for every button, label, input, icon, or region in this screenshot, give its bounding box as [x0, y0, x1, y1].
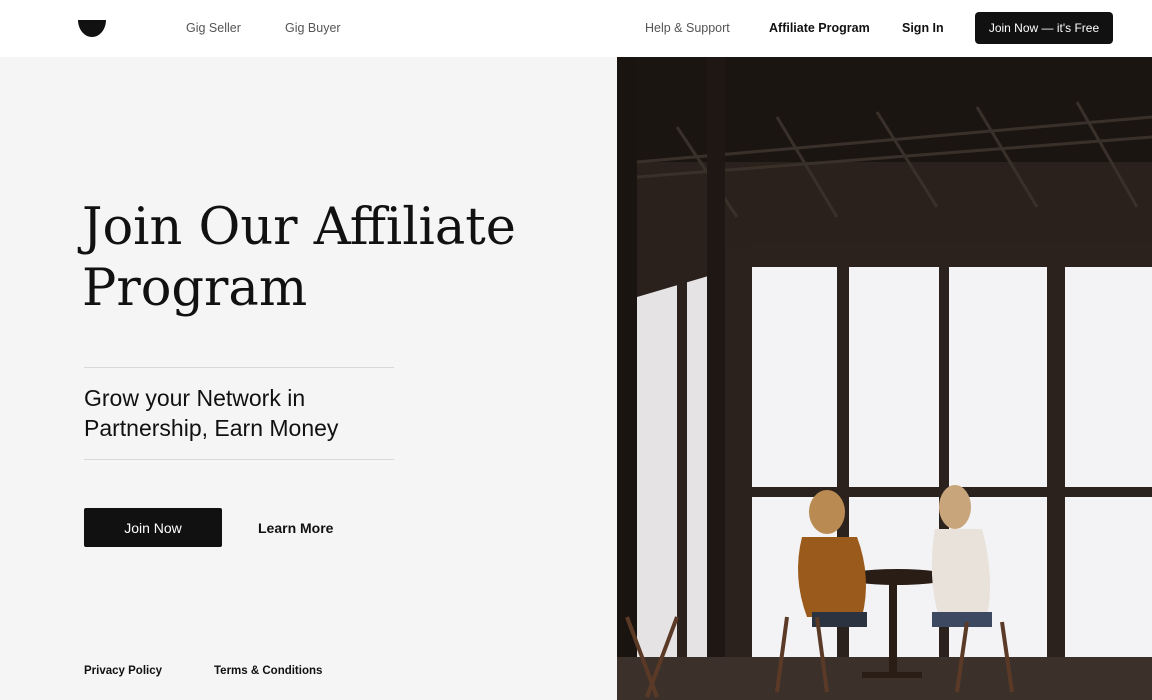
hero-photo — [617, 57, 1152, 700]
learn-more-link[interactable]: Learn More — [258, 520, 333, 536]
join-now-free-button[interactable]: Join Now — it's Free — [975, 12, 1113, 44]
nav-affiliate-program[interactable]: Affiliate Program — [769, 21, 870, 35]
hero-title: Join Our Affiliate Program — [82, 198, 516, 318]
hero-subtitle: Grow your Network in Partnership, Earn M… — [84, 385, 339, 441]
top-navigation-bar: Gig Seller Gig Buyer Help & Support Affi… — [0, 0, 1152, 57]
join-now-button[interactable]: Join Now — [84, 508, 222, 547]
divider-top — [84, 367, 394, 368]
smile-logo-icon[interactable] — [78, 20, 106, 37]
sign-in-link[interactable]: Sign In — [902, 21, 944, 35]
hero-section: Join Our Affiliate Program Grow your Net… — [0, 57, 617, 700]
divider-bottom — [84, 459, 394, 460]
privacy-policy-link[interactable]: Privacy Policy — [84, 665, 162, 677]
nav-gig-buyer[interactable]: Gig Buyer — [285, 21, 341, 35]
terms-conditions-link[interactable]: Terms & Conditions — [214, 665, 322, 677]
photo-two-women-cafe-table-icon — [617, 57, 1152, 700]
nav-help-support[interactable]: Help & Support — [645, 21, 730, 35]
nav-gig-seller[interactable]: Gig Seller — [186, 21, 241, 35]
